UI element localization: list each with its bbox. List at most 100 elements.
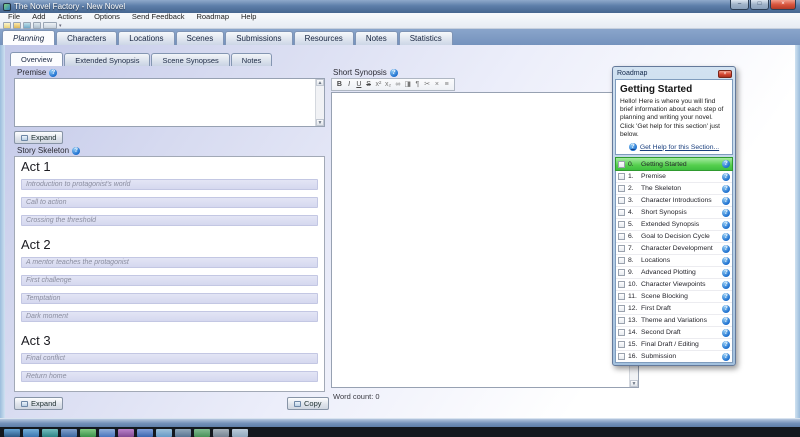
synopsis-editor[interactable]: ▲ ▼ [331,92,639,388]
main-tab[interactable]: Statistics [399,31,453,45]
format-button[interactable]: x² [374,79,383,90]
taskbar-item[interactable] [156,429,172,437]
step-checkbox[interactable] [618,317,625,324]
step-checkbox[interactable] [618,305,625,312]
taskbar-item[interactable] [213,429,229,437]
skeleton-step[interactable]: Final conflict [21,353,318,364]
roadmap-step-row[interactable]: 12. First Draft [616,302,732,314]
step-help-icon[interactable] [722,197,730,205]
roadmap-step-row[interactable]: 5. Extended Synopsis [616,218,732,230]
roadmap-step-row[interactable]: 6. Goal to Decision Cycle [616,230,732,242]
main-tab[interactable]: Planning [2,30,55,45]
taskbar-item[interactable] [23,429,39,437]
roadmap-step-row[interactable]: 0. Getting Started [616,158,732,170]
menu-item[interactable]: Add [26,13,51,21]
roadmap-step-row[interactable]: 2. The Skeleton [616,182,732,194]
skeleton-step[interactable]: Temptation [21,293,318,304]
premise-scrollbar[interactable]: ▲ ▼ [315,79,324,126]
taskbar-item[interactable] [232,429,248,437]
step-checkbox[interactable] [618,257,625,264]
skeleton-help-icon[interactable] [72,147,80,155]
format-button[interactable]: I [345,79,354,90]
step-help-icon[interactable] [722,257,730,265]
format-button[interactable]: ≡ [442,79,451,90]
format-button[interactable]: S [364,79,373,90]
step-help-icon[interactable] [722,305,730,313]
skeleton-step[interactable]: Introduction to protagonist's world [21,179,318,190]
taskbar-item[interactable] [118,429,134,437]
step-help-icon[interactable] [722,221,730,229]
step-checkbox[interactable] [618,197,625,204]
step-checkbox[interactable] [618,269,625,276]
step-help-icon[interactable] [722,233,730,241]
roadmap-step-row[interactable]: 8. Locations [616,254,732,266]
taskbar-item[interactable] [80,429,96,437]
format-button[interactable]: ¶ [413,79,422,90]
planning-subtab[interactable]: Overview [10,52,63,66]
menu-item[interactable]: Actions [51,13,88,21]
taskbar[interactable] [0,427,800,437]
skeleton-step[interactable]: Crossing the threshold [21,215,318,226]
step-help-icon[interactable] [722,281,730,289]
roadmap-step-row[interactable]: 13. Theme and Variations [616,314,732,326]
step-checkbox[interactable] [618,209,625,216]
roadmap-step-row[interactable]: 14. Second Draft [616,326,732,338]
skeleton-step[interactable]: Call to action [21,197,318,208]
roadmap-step-row[interactable]: 4. Short Synopsis [616,206,732,218]
format-button[interactable]: ◨ [403,79,412,90]
step-checkbox[interactable] [618,293,625,300]
taskbar-item[interactable] [99,429,115,437]
new-icon[interactable] [3,22,11,29]
format-button[interactable]: B [335,79,344,90]
menu-item[interactable]: Roadmap [190,13,235,21]
step-help-icon[interactable] [722,293,730,301]
maximize-button[interactable]: □ [750,0,769,10]
step-help-icon[interactable] [722,160,730,168]
roadmap-step-row[interactable]: 11. Scene Blocking [616,290,732,302]
roadmap-close-button[interactable]: × [718,70,732,78]
menu-item[interactable]: Help [235,13,262,21]
step-help-icon[interactable] [722,185,730,193]
save-all-icon[interactable] [33,22,41,29]
roadmap-step-row[interactable]: 1. Premise [616,170,732,182]
main-tab[interactable]: Scenes [176,31,225,45]
scroll-down-icon[interactable]: ▼ [316,119,324,126]
main-tab[interactable]: Notes [355,31,398,45]
skeleton-step[interactable]: First challenge [21,275,318,286]
premise-input[interactable]: ▲ ▼ [14,78,325,127]
step-help-icon[interactable] [722,269,730,277]
step-checkbox[interactable] [618,185,625,192]
roadmap-step-row[interactable]: 7. Character Development [616,242,732,254]
taskbar-item[interactable] [194,429,210,437]
scroll-down-icon[interactable]: ▼ [630,380,638,387]
premise-help-icon[interactable] [49,69,57,77]
skeleton-step[interactable]: Dark moment [21,311,318,322]
step-checkbox[interactable] [618,341,625,348]
planning-subtab[interactable]: Extended Synopsis [64,53,150,66]
main-tab[interactable]: Submissions [225,31,292,45]
step-checkbox[interactable] [618,353,625,360]
step-help-icon[interactable] [722,173,730,181]
format-button[interactable]: ✂ [423,79,432,90]
planning-subtab[interactable]: Scene Synopses [151,53,229,66]
step-checkbox[interactable] [618,233,625,240]
scroll-up-icon[interactable]: ▲ [316,79,324,86]
format-button[interactable]: x₂ [384,79,393,90]
main-tab[interactable]: Locations [118,31,174,45]
roadmap-step-row[interactable]: 10. Character Viewpoints [616,278,732,290]
step-checkbox[interactable] [618,245,625,252]
format-button[interactable]: U [355,79,364,90]
chevron-down-icon[interactable]: ▾ [59,23,62,29]
skeleton-step[interactable]: A mentor teaches the protagonist [21,257,318,268]
menu-item[interactable]: Send Feedback [126,13,191,21]
save-icon[interactable] [23,22,31,29]
main-tab[interactable]: Characters [56,31,117,45]
skeleton-step[interactable]: Return home [21,371,318,382]
taskbar-item[interactable] [175,429,191,437]
open-icon[interactable] [13,22,21,29]
synopsis-help-icon[interactable] [390,69,398,77]
close-button[interactable]: × [770,0,796,10]
roadmap-step-row[interactable]: 15. Final Draft / Editing [616,338,732,350]
step-checkbox[interactable] [618,329,625,336]
step-help-icon[interactable] [722,329,730,337]
